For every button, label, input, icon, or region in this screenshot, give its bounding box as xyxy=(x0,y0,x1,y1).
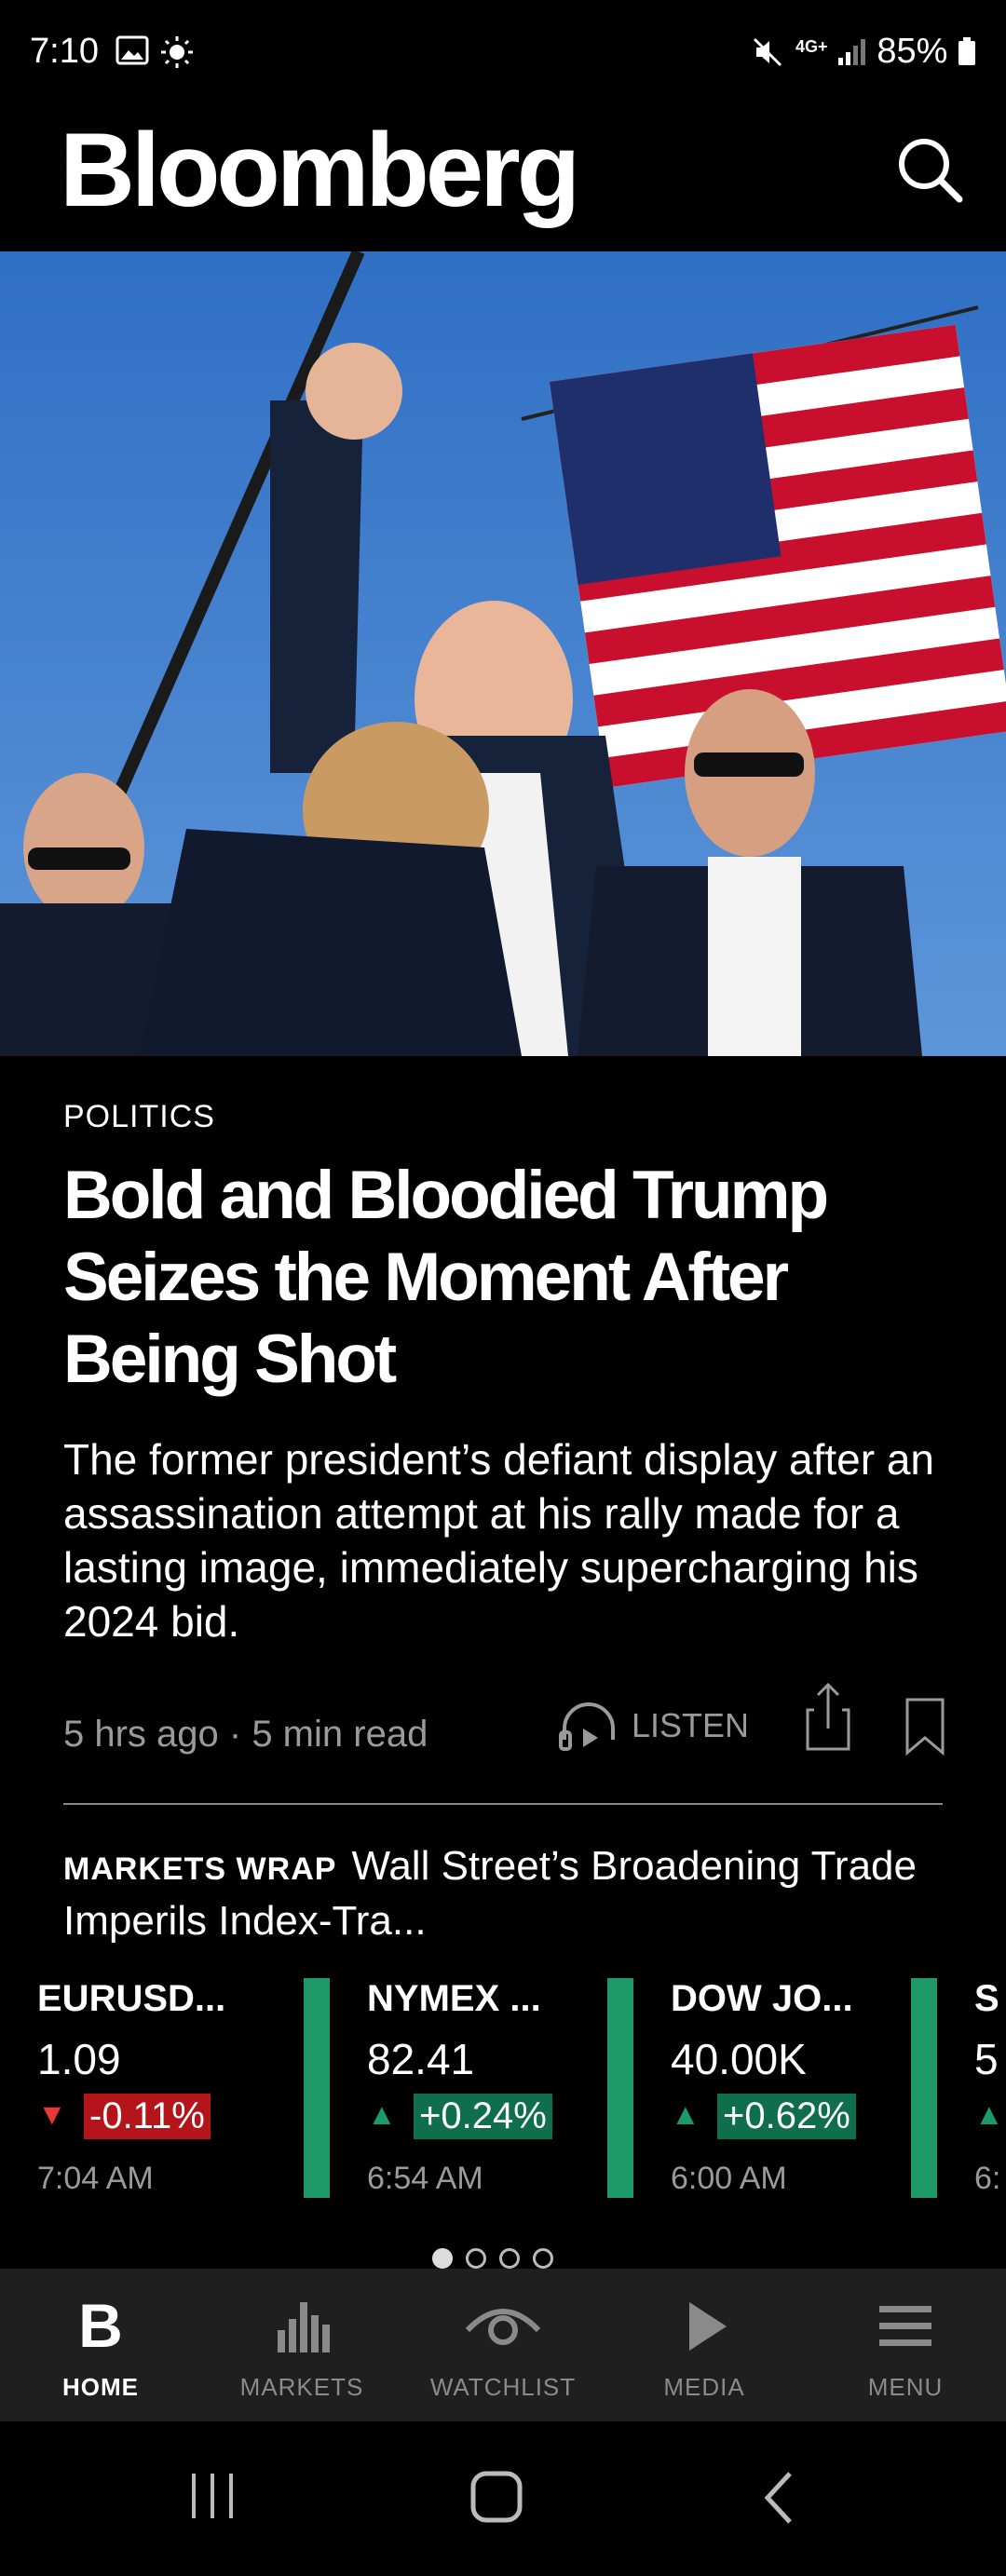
ticker-name: NYMEX ... xyxy=(367,1978,541,2019)
eye-icon xyxy=(465,2309,541,2345)
pager-dot[interactable] xyxy=(466,2248,486,2269)
ticker-name: DOW JO... xyxy=(671,1978,853,2019)
ticker-change: -0.11% xyxy=(84,2094,211,2139)
article-summary[interactable]: The former president’s defiant display a… xyxy=(63,1432,958,1648)
bar-chart-icon xyxy=(278,2302,330,2352)
pager-dot[interactable] xyxy=(499,2248,520,2269)
mute-icon xyxy=(753,37,782,67)
ticker-color-bar xyxy=(304,1978,330,2198)
down-arrow-icon: ▼ xyxy=(37,2097,67,2131)
bottom-nav: B HOME MARKETS WATCHLIST MEDIA MENU xyxy=(0,2269,1006,2421)
up-arrow-icon: ▲ xyxy=(367,2097,397,2131)
ticker-change: +0.24% xyxy=(414,2094,552,2139)
nav-menu-label: MENU xyxy=(867,2373,944,2401)
signal-icon xyxy=(838,39,865,65)
article-headline[interactable]: Bold and Bloodied Trump Seizes the Momen… xyxy=(63,1155,976,1401)
ticker-change: +0.62% xyxy=(717,2094,856,2139)
search-icon[interactable] xyxy=(890,130,969,209)
nav-media[interactable]: MEDIA xyxy=(604,2269,805,2421)
nav-home[interactable]: B HOME xyxy=(0,2269,201,2421)
battery-percent: 85% xyxy=(877,32,948,71)
share-icon[interactable] xyxy=(805,1682,851,1755)
ticker-card-clipped[interactable]: S 5 ▲ 6: xyxy=(911,1978,1006,2198)
nav-watchlist[interactable]: WATCHLIST xyxy=(402,2269,604,2421)
ticker-color-bar xyxy=(911,1978,937,2198)
nav-home-label: HOME xyxy=(62,2373,139,2401)
nav-markets[interactable]: MARKETS xyxy=(201,2269,402,2421)
ticker-card[interactable]: DOW JO... 40.00K ▲ +0.62% 6:00 AM xyxy=(607,1978,905,2198)
svg-text:B: B xyxy=(78,2293,123,2358)
ticker-time: 6:00 AM xyxy=(671,2161,787,2196)
back-icon[interactable] xyxy=(760,2470,797,2526)
ticker-name: EURUSD... xyxy=(37,1978,226,2019)
home-system-icon[interactable] xyxy=(469,2470,525,2526)
ticker-price: 1.09 xyxy=(37,2035,121,2083)
up-arrow-icon: ▲ xyxy=(974,2097,1004,2131)
nav-watchlist-label: WATCHLIST xyxy=(429,2373,577,2401)
headphones-play-icon xyxy=(559,1702,615,1751)
hero-image[interactable] xyxy=(0,251,1006,1056)
ticker-name: S xyxy=(974,1978,999,2019)
listen-button[interactable]: LISTEN xyxy=(559,1693,749,1758)
home-b-icon: B xyxy=(78,2293,123,2358)
bloomberg-logo[interactable]: Bloomberg xyxy=(60,110,580,231)
markets-wrap-link[interactable]: MARKETS WRAP Wall Street’s Broadening Tra… xyxy=(63,1840,958,1947)
listen-label: LISTEN xyxy=(632,1706,750,1744)
carousel-pager xyxy=(432,2248,553,2269)
ticker-card[interactable]: NYMEX ... 82.41 ▲ +0.24% 6:54 AM xyxy=(304,1978,602,2198)
pager-dot-active[interactable] xyxy=(432,2248,453,2269)
status-time: 7:10 xyxy=(30,32,99,71)
ticker-price: 82.41 xyxy=(367,2035,475,2083)
article-category[interactable]: POLITICS xyxy=(63,1099,215,1135)
battery-level: 85% xyxy=(877,32,976,72)
nav-media-label: MEDIA xyxy=(663,2373,745,2401)
nav-markets-label: MARKETS xyxy=(239,2373,364,2401)
status-bar: 7:10 4G+ 85% xyxy=(0,0,1006,112)
ticker-time: 6:54 AM xyxy=(367,2161,483,2196)
ticker-time: 6: xyxy=(974,2161,1001,2196)
pager-dot[interactable] xyxy=(533,2248,553,2269)
hamburger-icon xyxy=(879,2306,931,2346)
ticker-price: 5 xyxy=(974,2035,999,2083)
ticker-card[interactable]: EURUSD... 1.09 ▼ -0.11% 7:04 AM xyxy=(0,1978,272,2198)
brightness-icon xyxy=(161,36,193,68)
ticker-price: 40.00K xyxy=(671,2035,807,2083)
gallery-icon xyxy=(116,35,149,65)
recent-apps-icon[interactable] xyxy=(186,2470,242,2522)
battery-icon xyxy=(958,37,975,65)
play-icon xyxy=(689,2302,727,2351)
nav-menu[interactable]: MENU xyxy=(805,2269,1006,2421)
ticker-time: 7:04 AM xyxy=(37,2161,154,2196)
ticker-card[interactable]: S 5 ▲ 6: xyxy=(911,1978,1006,2198)
divider xyxy=(63,1803,943,1805)
article-meta: 5 hrs ago · 5 min read xyxy=(63,1714,428,1755)
network-type: 4G+ xyxy=(795,37,828,56)
bookmark-icon[interactable] xyxy=(904,1697,946,1756)
ticker-color-bar xyxy=(607,1978,633,2198)
system-nav-bar xyxy=(0,2421,1006,2576)
markets-wrap-tag: MARKETS WRAP xyxy=(63,1851,337,1887)
up-arrow-icon: ▲ xyxy=(671,2097,700,2131)
